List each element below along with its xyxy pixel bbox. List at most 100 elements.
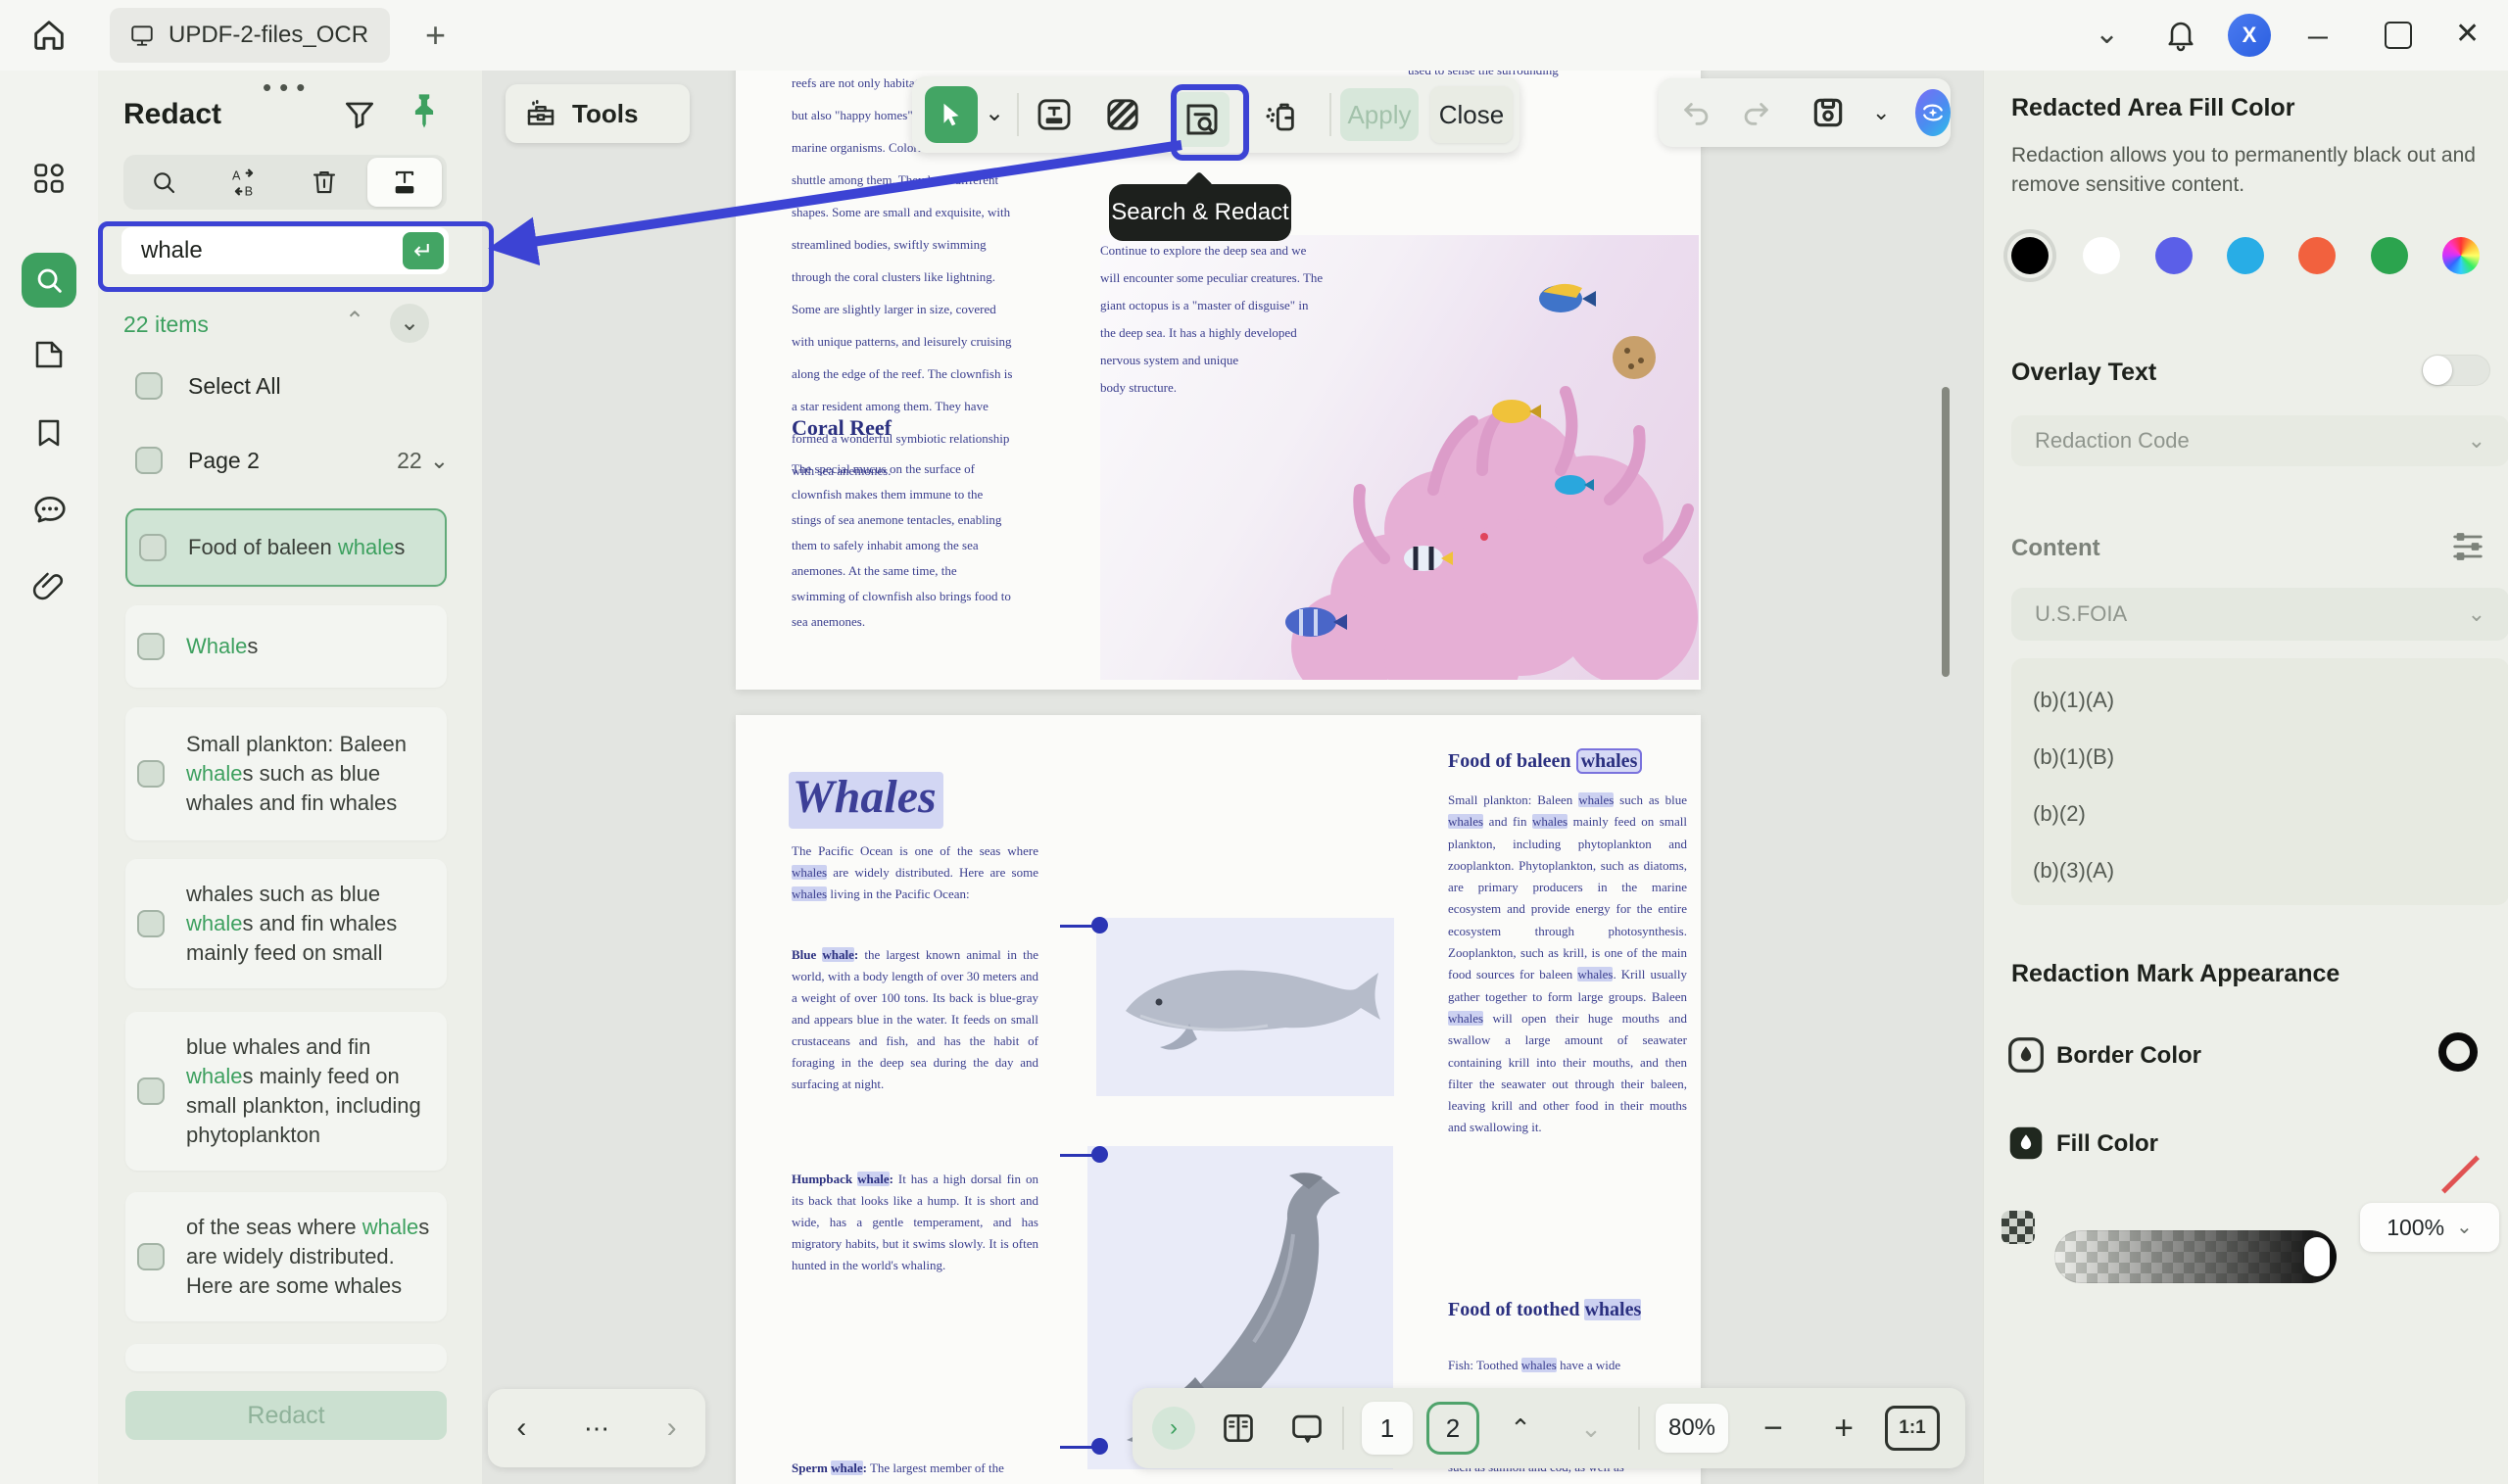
page-down-icon[interactable]: ⌄ (1569, 1388, 1613, 1468)
next-page-icon[interactable]: › (667, 1413, 677, 1443)
selection-handle[interactable] (1091, 1146, 1108, 1163)
avatar[interactable]: X (2228, 14, 2271, 57)
undo-icon[interactable] (1680, 96, 1713, 129)
attachment-paperclip-icon[interactable] (31, 568, 67, 603)
page-group-row[interactable]: Page 2 22 ⌄ (135, 447, 449, 474)
redo-icon[interactable] (1739, 96, 1772, 129)
pin-icon[interactable] (404, 90, 445, 136)
save-dropdown-icon[interactable]: ⌄ (1872, 102, 1890, 123)
result-item[interactable]: Food of baleen whales (125, 508, 447, 587)
result-item[interactable]: whales such as blue whales and fin whale… (125, 859, 447, 988)
foia-standard-select[interactable]: U.S.FOIA ⌄ (2011, 588, 2508, 641)
result-checkbox[interactable] (137, 1243, 165, 1270)
result-item[interactable]: blue whales and fin whales mainly feed o… (125, 1012, 447, 1171)
foia-code-item[interactable]: (b)(2) (2011, 786, 2508, 842)
actual-size-button[interactable]: 1:1 (1885, 1406, 1940, 1451)
content-settings-sliders-icon[interactable] (2448, 527, 2487, 566)
tab-delete[interactable] (284, 155, 364, 210)
filter-icon[interactable] (341, 96, 378, 133)
zoom-in-icon[interactable]: + (1822, 1388, 1865, 1468)
zoom-out-icon[interactable]: − (1752, 1388, 1795, 1468)
result-item[interactable]: Whales (125, 605, 447, 688)
thumbnail-view-icon[interactable] (1211, 1388, 1266, 1468)
blue-whale-image[interactable] (1096, 918, 1394, 1096)
opacity-value-dropdown[interactable]: 100% ⌄ (2360, 1203, 2499, 1252)
page-number-1[interactable]: 1 (1362, 1402, 1413, 1455)
bookmark-icon[interactable] (31, 415, 67, 451)
home-icon[interactable] (29, 16, 69, 55)
ai-assistant-icon[interactable] (1915, 89, 1951, 136)
result-checkbox[interactable] (137, 910, 165, 937)
grid-menu-icon[interactable] (31, 161, 67, 196)
opacity-slider-knob[interactable] (2304, 1237, 2330, 1276)
result-item-partial[interactable] (125, 1344, 447, 1371)
result-checkbox[interactable] (137, 633, 165, 660)
swatch-blue[interactable] (2227, 237, 2264, 274)
close-button[interactable]: Close (1430, 86, 1513, 143)
collapse-bar-button[interactable]: › (1150, 1388, 1197, 1468)
tab-replace[interactable]: AB (204, 155, 284, 210)
redact-button[interactable]: Redact (125, 1391, 447, 1440)
redact-area-icon[interactable] (1098, 90, 1147, 139)
vertical-scrollbar[interactable] (1942, 387, 1950, 677)
close-window-icon[interactable]: ✕ (2455, 20, 2480, 49)
pages-icon[interactable] (31, 337, 67, 372)
minimize-icon[interactable]: ─ (2308, 24, 2328, 51)
result-checkbox[interactable] (139, 534, 167, 561)
maximize-icon[interactable] (2385, 22, 2412, 49)
swatch-custom-rainbow[interactable] (2442, 237, 2480, 274)
document-tab[interactable]: UPDF-2-files_OCR (110, 8, 390, 63)
chevron-down-icon[interactable]: ⌄ (430, 450, 449, 472)
collapse-up-icon[interactable]: ⌃ (345, 310, 364, 333)
comments-icon[interactable] (31, 492, 67, 527)
pdf-page-1[interactable]: reefs are not only habitats for the sea,… (736, 71, 1701, 690)
title-bar: UPDF-2-files_OCR + ⌄ X ─ ✕ (0, 0, 2508, 72)
more-pages-icon[interactable]: ⋯ (584, 1415, 609, 1441)
foia-code-item[interactable]: (b)(1)(A) (2011, 672, 2508, 729)
chevron-down-icon[interactable]: ⌄ (2095, 20, 2119, 49)
notifications-bell-icon[interactable] (2163, 18, 2198, 53)
signature-stamp-icon[interactable] (31, 1479, 67, 1484)
redact-text-icon[interactable] (1030, 90, 1079, 139)
page-up-icon[interactable]: ⌃ (1499, 1388, 1542, 1468)
expand-down-icon[interactable]: ⌄ (390, 304, 429, 343)
swatch-green[interactable] (2371, 237, 2408, 274)
page-group-checkbox[interactable] (135, 447, 163, 474)
select-all-checkbox[interactable] (135, 372, 163, 400)
border-color-value[interactable] (2438, 1032, 2478, 1072)
apply-button[interactable]: Apply (1340, 88, 1419, 141)
swatch-orange[interactable] (2298, 237, 2336, 274)
pdf-page-2[interactable]: Whales The Pacific Ocean is one of the s… (736, 715, 1701, 1484)
result-item[interactable]: of the seas where whales are widely dist… (125, 1192, 447, 1321)
foia-code-item[interactable]: (b)(3)(A) (2011, 842, 2508, 899)
prev-page-icon[interactable]: ‹ (516, 1413, 526, 1443)
result-checkbox[interactable] (137, 760, 165, 788)
tab-search[interactable] (123, 155, 204, 210)
swatch-purple[interactable] (2155, 237, 2193, 274)
swatch-white[interactable] (2083, 237, 2120, 274)
swatch-black[interactable] (2011, 237, 2049, 274)
save-icon[interactable] (1809, 94, 1847, 131)
cursor-dropdown-icon[interactable]: ⌄ (985, 102, 1004, 125)
erase-redaction-icon[interactable] (1255, 90, 1304, 139)
overlay-text-label: Overlay Text (2011, 359, 2156, 387)
result-checkbox[interactable] (137, 1077, 165, 1105)
selection-handle[interactable] (1091, 1438, 1108, 1455)
tools-button[interactable]: Tools (506, 84, 690, 143)
select-cursor-button[interactable] (925, 86, 978, 143)
opacity-slider[interactable] (2054, 1230, 2337, 1283)
zoom-level[interactable]: 80% (1656, 1404, 1728, 1453)
selection-handle[interactable] (1091, 917, 1108, 933)
search-tool-active[interactable] (22, 253, 76, 308)
foia-code-item[interactable]: (b)(1)(B) (2011, 729, 2508, 786)
result-item[interactable]: Small plankton: Baleen whales such as bl… (125, 707, 447, 840)
new-tab-icon[interactable]: + (425, 18, 446, 53)
baleen-paragraph: Small plankton: Baleen whales such as bl… (1448, 790, 1687, 1139)
document-viewport[interactable]: reefs are not only habitats for the sea,… (482, 71, 1983, 1484)
redaction-code-select[interactable]: Redaction Code ⌄ (2011, 415, 2508, 466)
presentation-view-icon[interactable] (1279, 1388, 1334, 1468)
overlay-text-toggle[interactable] (2422, 355, 2490, 386)
tab-redact[interactable] (364, 155, 445, 210)
page-number-2-current[interactable]: 2 (1426, 1402, 1479, 1455)
panel-drag-handle[interactable]: ••• (263, 72, 313, 103)
